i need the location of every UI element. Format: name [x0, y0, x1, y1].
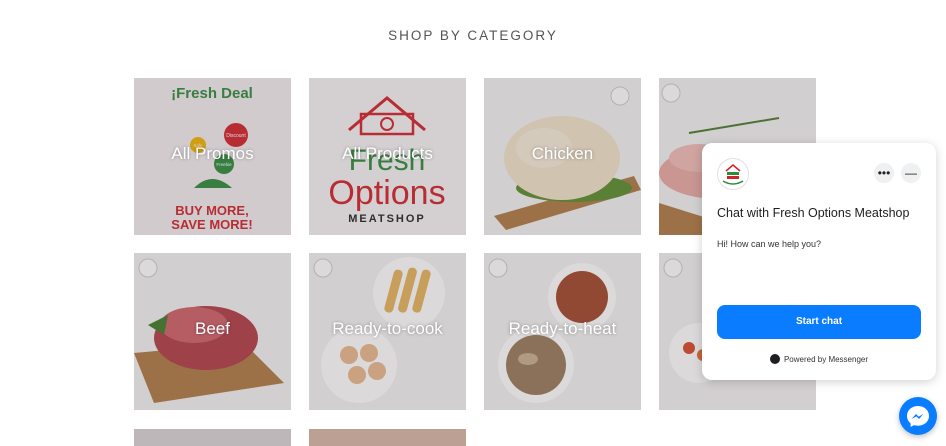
minimize-button[interactable]: —	[901, 163, 921, 183]
category-label: Ready-to-heat	[508, 319, 617, 338]
messenger-icon	[907, 406, 929, 427]
category-label: All Products	[342, 144, 433, 163]
category-tile-all-promos[interactable]: ¡Fresh Deal Discount Sale Freebie BUY MO…	[134, 78, 291, 235]
tile-overlay	[309, 429, 466, 446]
chat-greeting: Hi! How can we help you?	[717, 239, 822, 249]
category-tile-row3-2[interactable]	[309, 429, 466, 446]
category-tile-beef[interactable]: Beef	[134, 253, 291, 410]
powered-by-label: Powered by Messenger	[783, 355, 869, 364]
chat-title: Chat with Fresh Options Meatshop	[717, 206, 910, 220]
category-tile-ready-to-heat[interactable]: Ready-to-heat	[484, 253, 641, 410]
messenger-launcher-button[interactable]	[899, 397, 937, 435]
start-chat-button[interactable]: Start chat	[717, 305, 921, 339]
category-label: Ready-to-cook	[332, 319, 443, 338]
tile-overlay	[134, 429, 291, 446]
messenger-icon	[769, 354, 780, 364]
category-label: All Promos	[171, 144, 254, 163]
category-tile-ready-to-cook[interactable]: Ready-to-cook	[309, 253, 466, 410]
category-label: Chicken	[531, 144, 594, 163]
messenger-chat-widget: ••• — Chat with Fresh Options Meatshop H…	[702, 143, 936, 380]
category-tile-row3-1[interactable]	[134, 429, 291, 446]
category-label: Beef	[195, 319, 230, 338]
brand-avatar	[717, 158, 749, 190]
section-heading: SHOP BY CATEGORY	[388, 28, 558, 43]
brand-logo-icon	[722, 164, 744, 185]
more-options-button[interactable]: •••	[874, 163, 894, 183]
category-tile-all-products[interactable]: Fresh Options MEATSHOP All Products	[309, 78, 466, 235]
powered-by: Powered by Messenger	[702, 354, 936, 364]
category-tile-chicken[interactable]: Chicken	[484, 78, 641, 235]
